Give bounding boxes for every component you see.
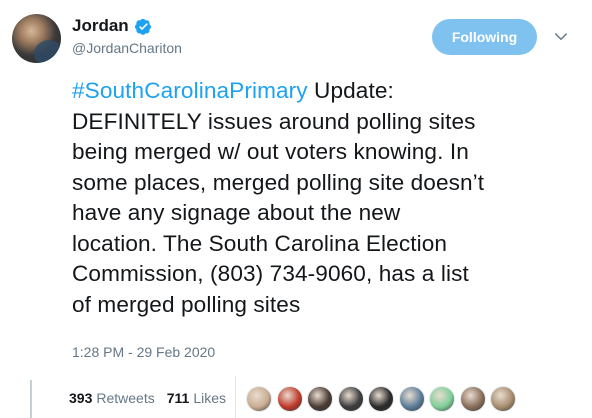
hashtag-link[interactable]: #SouthCarolinaPrimary: [72, 78, 308, 103]
liker-avatar-8[interactable]: [459, 386, 486, 412]
likes-count[interactable]: 711: [167, 390, 190, 406]
tweet-line: have any signage about the new: [72, 200, 401, 225]
liker-avatars: [246, 386, 521, 412]
liker-avatar-4[interactable]: [337, 386, 364, 412]
verified-badge-icon: [134, 18, 151, 35]
tweet-line: DEFINITELY issues around polling sites: [72, 108, 476, 134]
avatar-photo-detail: [34, 40, 61, 63]
retweets-label[interactable]: Retweets: [96, 390, 154, 406]
liker-avatar-5[interactable]: [368, 386, 394, 412]
name-row: Jordan: [72, 16, 152, 36]
liker-avatar-1[interactable]: [246, 386, 272, 412]
liker-avatar-6[interactable]: [398, 386, 425, 412]
stats-divider: [235, 376, 236, 418]
tweet-line: location. The South Carolina Election: [72, 230, 448, 256]
likes-label[interactable]: Likes: [193, 390, 226, 406]
thread-line: [30, 380, 32, 418]
tweet-text: #SouthCarolinaPrimary Update: DEFINITELY…: [72, 76, 572, 320]
liker-avatar-9[interactable]: [490, 386, 516, 412]
chevron-down-icon[interactable]: [552, 28, 570, 46]
engagement-stats: 393 Retweets 711 Likes: [69, 390, 238, 406]
following-button[interactable]: Following: [432, 19, 537, 55]
tweet-line: of merged polling sites: [72, 291, 301, 317]
user-handle[interactable]: @JordanChariton: [72, 40, 182, 56]
tweet-line-1: #SouthCarolinaPrimary Update:: [72, 76, 572, 107]
tweet-line: some places, merged polling site doesn’t: [72, 169, 485, 195]
liker-avatar-7[interactable]: [429, 386, 455, 412]
tweet-text-segment: Update:: [307, 78, 394, 103]
tweet-timestamp[interactable]: 1:28 PM - 29 Feb 2020: [72, 344, 215, 360]
display-name[interactable]: Jordan: [72, 16, 129, 36]
tweet-line: Commission, (803) 734-9060, has a list: [72, 261, 469, 286]
tweet-line: being merged w/ out voters knowing. In: [72, 139, 469, 164]
profile-avatar[interactable]: [12, 14, 61, 63]
retweets-count[interactable]: 393: [69, 390, 92, 406]
liker-avatar-2[interactable]: [276, 386, 303, 412]
liker-avatar-3[interactable]: [307, 386, 333, 412]
